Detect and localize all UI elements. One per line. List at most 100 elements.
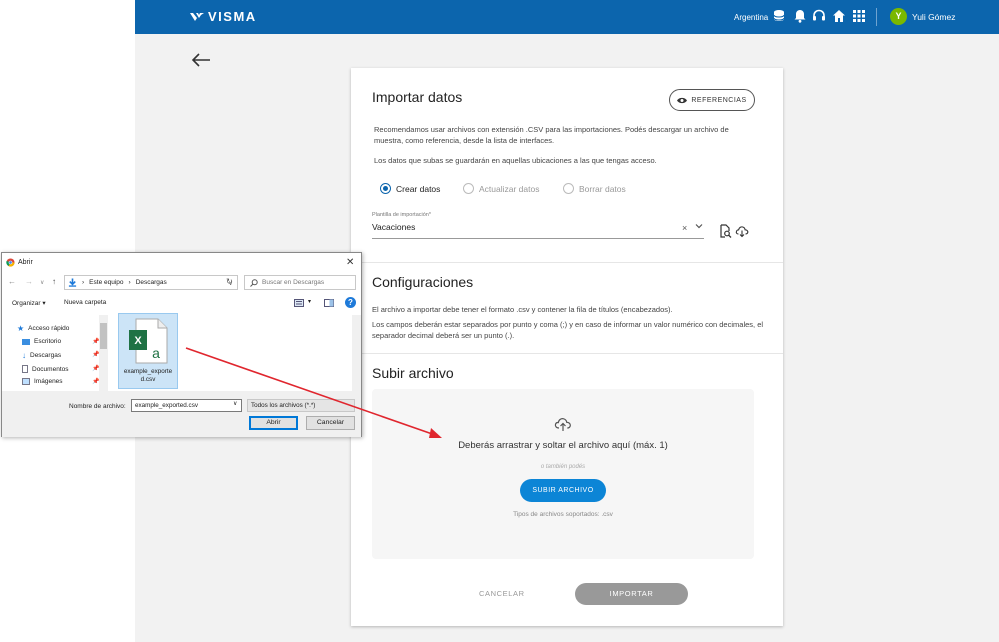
file-item-example-exported[interactable]: X a example_exporte d.csv [118,313,178,389]
user-name[interactable]: Yuli Gómez [912,12,955,22]
upload-file-button[interactable]: SUBIR ARCHIVO [520,479,606,502]
clear-icon[interactable]: × [682,223,687,233]
tree-item-acceso-rapido[interactable]: ★ Acceso rápido [17,324,69,333]
radio-crear-datos[interactable]: Crear datos [380,183,440,194]
import-title: Importar datos [372,89,463,105]
config-text-1: El archivo a importar debe tener el form… [372,305,673,314]
import-button[interactable]: IMPORTAR [575,583,688,605]
tree-item-descargas[interactable]: ↓ Descargas [22,351,61,360]
cancel-button[interactable]: CANCELAR [479,589,525,598]
upload-title: Subir archivo [372,365,454,381]
dialog-title: Abrir [18,259,33,266]
document-icon [22,365,28,373]
refresh-icon[interactable]: ↻ [226,277,233,286]
file-name-input[interactable]: example_exported.csv [131,399,242,412]
breadcrumb-este-equipo[interactable]: Este equipo [89,279,123,286]
desktop-icon [22,338,30,345]
references-label: REFERENCIAS [691,96,747,104]
home-icon[interactable] [832,9,846,23]
supported-types-text: Tipos de archivos soportados: .csv [513,511,613,518]
svg-text:X: X [134,335,142,347]
config-title: Configuraciones [372,274,474,290]
headset-icon[interactable] [812,9,826,23]
file-drop-zone[interactable]: Deberás arrastrar y soltar el archivo aq… [372,389,754,559]
bell-icon[interactable] [793,9,807,23]
radio-actualizar-datos[interactable]: Actualizar datos [463,183,539,194]
files-scrollbar[interactable] [352,315,361,391]
organize-menu[interactable]: Organizar ▾ [12,299,46,307]
drop-or-text: o también podés [540,464,586,470]
new-folder-button[interactable]: Nueva carpeta [64,299,106,306]
file-name-dropdown-icon[interactable]: ∨ [233,400,237,407]
document-search-icon[interactable] [718,224,732,238]
cloud-download-icon[interactable] [735,224,749,238]
nav-back-icon[interactable]: ← [8,277,16,286]
scroll-thumb[interactable] [100,323,107,349]
top-bar: VISMA Argentina Y Yuli Gómez [135,0,999,34]
nav-forward-icon[interactable]: → [25,277,33,286]
avatar[interactable]: Y [890,8,907,25]
back-arrow-icon[interactable] [190,52,212,68]
download-icon: ↓ [22,351,26,360]
radio-circle [463,183,474,194]
svg-text:a: a [152,345,160,361]
tree-scrollbar[interactable] [99,315,108,391]
preview-pane-icon[interactable] [324,299,334,307]
tree-label: Acceso rápido [28,325,70,332]
search-icon [250,278,258,287]
radio-borrar-datos[interactable]: Borrar datos [563,183,626,194]
import-description: Recomendamos usar archivos con extensión… [374,125,729,145]
tree-label: Escritorio [34,338,62,345]
tree-item-escritorio[interactable]: Escritorio [22,338,61,345]
open-file-dialog: Abrir ✕ ← → ∨ ↑ › Este equipo › Descarga… [1,252,362,437]
template-field-label: Plantilla de importación* [372,212,432,218]
open-button[interactable]: Abrir [249,416,298,430]
radio-circle [380,183,391,194]
excel-csv-file-icon: X a [129,318,168,364]
star-icon: ★ [17,324,25,333]
database-icon[interactable] [773,9,787,23]
nav-up-icon[interactable]: ↑ [52,277,56,286]
access-note: Los datos que subas se guardarán en aque… [374,156,657,165]
apps-grid-icon[interactable] [852,9,866,23]
address-bar[interactable]: › Este equipo › Descargas ∨ [64,275,238,290]
drop-instructions: Deberás arrastrar y soltar el archivo aq… [458,440,668,451]
file-name-field-label: Nombre de archivo: [69,403,126,410]
template-select[interactable]: Vacaciones [372,222,415,232]
file-name-label: example_exporte d.csv [123,368,173,383]
radio-label: Borrar datos [579,183,626,194]
tree-label: Descargas [30,352,62,359]
search-input[interactable]: Buscar en Descargas [244,275,356,290]
tree-item-imagenes[interactable]: Imágenes [22,378,63,385]
cloud-upload-icon [554,418,571,431]
navigation-tree: ★ Acceso rápido Escritorio ↓ Descargas Doc… [5,315,109,421]
country-selector[interactable]: Argentina [734,13,768,22]
template-underline [372,238,704,239]
references-button[interactable]: REFERENCIAS [669,89,755,111]
tree-label: Imágenes [34,378,63,385]
dialog-footer [2,391,361,437]
brand-name: VISMA [208,9,257,24]
help-icon[interactable]: ? [345,297,356,308]
pictures-icon [22,378,30,385]
nav-recent-icon[interactable]: ∨ [40,279,44,286]
radio-circle [563,183,574,194]
config-text-2: Los campos deberán estar separados por p… [372,320,764,340]
view-options-icon[interactable] [294,299,304,307]
topbar-divider [876,8,877,26]
close-icon[interactable]: ✕ [346,257,354,268]
breadcrumb-descargas[interactable]: Descargas [136,279,167,286]
import-card: Importar datos REFERENCIAS Recomendamos … [351,68,783,626]
breadcrumb-separator: › [82,279,85,286]
dialog-cancel-button[interactable]: Cancelar [306,416,355,430]
section-divider [351,353,783,354]
chevron-down-icon[interactable] [695,222,703,230]
radio-label: Crear datos [396,183,441,194]
search-placeholder: Buscar en Descargas [262,279,325,286]
file-type-select[interactable]: Todos los archivos (*.*) [247,399,355,412]
brand-logo[interactable]: VISMA [190,9,257,24]
section-divider [351,262,783,263]
tree-item-documentos[interactable]: Documentos [22,365,69,373]
view-dropdown-icon[interactable]: ▾ [308,298,311,305]
download-folder-icon [68,278,77,287]
